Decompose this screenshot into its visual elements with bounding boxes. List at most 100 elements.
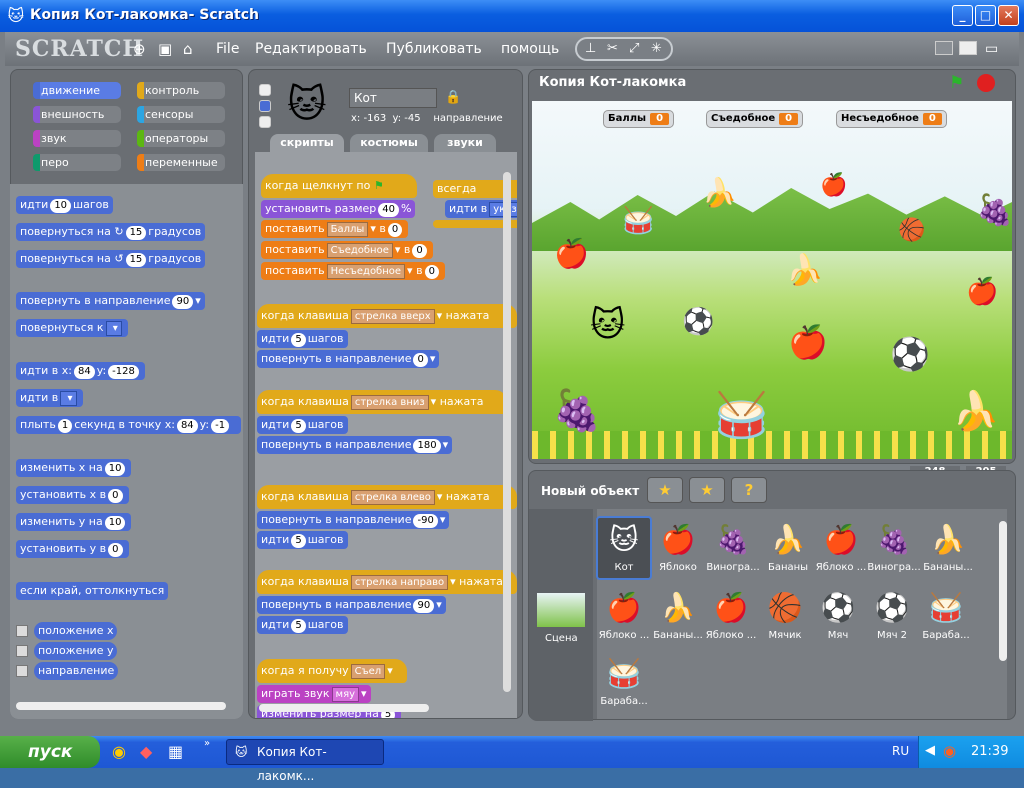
shrink-icon[interactable]: ✳ xyxy=(651,41,662,56)
sprite-item[interactable]: 🍇 Виногра... xyxy=(705,518,761,573)
scripts-hscrollbar[interactable] xyxy=(259,704,429,712)
grapes-sprite[interactable]: 🍇 xyxy=(976,193,1012,228)
choose-sprite-icon[interactable]: ★ xyxy=(689,477,725,503)
sprite-item[interactable]: 🍎 Яблоко ... xyxy=(813,518,869,573)
presentation-icon[interactable]: ▭ xyxy=(985,41,1003,57)
block-glide[interactable]: плыть 1 секунд в точку x: 84 y: -1 xyxy=(16,416,241,434)
sprite-item[interactable]: 🍌 Бананы... xyxy=(650,586,706,641)
palette-scrollbar[interactable] xyxy=(16,702,226,710)
block-move-right[interactable]: идти 5 шагов xyxy=(257,616,348,634)
category-operators[interactable]: операторы xyxy=(137,130,225,147)
block-turn-ccw[interactable]: повернуться на ↺ 15 градусов xyxy=(16,250,206,268)
save-icon[interactable]: ▣ xyxy=(158,40,172,58)
block-set-size[interactable]: установить размер 40% xyxy=(261,200,416,218)
close-button[interactable]: ✕ xyxy=(998,5,1019,26)
block-dir-right[interactable]: повернуть в направление 90 ▾ xyxy=(257,596,446,614)
sprite-item[interactable]: 🥁 Бараба... xyxy=(918,586,974,641)
block-point-direction[interactable]: повернуть в направление 90 ▾ xyxy=(16,292,205,310)
sprite-scrollbar[interactable] xyxy=(999,521,1007,661)
apple-sprite-2[interactable]: 🍎 xyxy=(554,237,589,270)
block-dir-down[interactable]: повернуть в направление 180 ▾ xyxy=(257,436,453,454)
grow-icon[interactable]: ⤢ xyxy=(629,41,639,56)
language-indicator[interactable]: RU xyxy=(892,744,909,758)
small-stage-icon[interactable] xyxy=(935,41,953,55)
rotation-free-icon[interactable] xyxy=(259,84,271,96)
apple-sprite-4[interactable]: 🍎 xyxy=(788,323,828,361)
hat-key-right[interactable]: когда клавиша стрелка направо ▾ нажата xyxy=(257,570,517,594)
block-set-var-2[interactable]: поставить Съедобное ▾ в0 xyxy=(261,241,433,259)
block-play-sound[interactable]: играть звук мяу ▾ xyxy=(257,685,371,703)
globe-icon[interactable]: ⊕ xyxy=(133,40,146,58)
checkbox-y[interactable] xyxy=(16,645,28,657)
share-icon[interactable]: ⌂ xyxy=(183,40,193,58)
grapes-sprite-2[interactable]: 🍇 xyxy=(552,387,602,434)
quicklaunch-more-icon[interactable]: » xyxy=(204,738,210,749)
green-flag-icon[interactable]: ⚑ xyxy=(949,73,964,93)
start-button[interactable]: пуск xyxy=(0,736,100,768)
tab-costumes[interactable]: костюмы xyxy=(350,134,428,152)
category-control[interactable]: контроль xyxy=(137,82,225,99)
basketball-sprite[interactable]: 🏀 xyxy=(898,218,925,243)
quicklaunch-icon-3[interactable]: ▦ xyxy=(168,742,183,761)
sprite-item[interactable]: 🍌 Бананы... xyxy=(920,518,976,573)
category-motion[interactable]: движение xyxy=(33,82,121,99)
drum-sprite-2[interactable]: 🥁 xyxy=(714,389,769,441)
rotation-none-icon[interactable] xyxy=(259,116,271,128)
scripts-vscrollbar[interactable] xyxy=(503,172,511,692)
scissors-icon[interactable]: ✂ xyxy=(607,41,618,56)
menu-file[interactable]: File xyxy=(216,41,239,57)
reporter-direction[interactable]: направление xyxy=(34,662,119,680)
hat-key-left[interactable]: когда клавиша стрелка влево ▾ нажата xyxy=(257,485,517,509)
sprite-item[interactable]: ⚽ Мяч 2 xyxy=(864,586,920,641)
quicklaunch-icon-2[interactable]: ◆ xyxy=(140,742,152,761)
block-dir-left[interactable]: повернуть в направление -90 ▾ xyxy=(257,511,450,529)
tab-sounds[interactable]: звуки xyxy=(434,134,496,152)
apple-sprite[interactable]: 🍎 xyxy=(820,173,847,198)
taskbar-window-button[interactable]: 🐱 Копия Кот-лакомк... xyxy=(226,739,384,783)
banana-sprite-2[interactable]: 🍌 xyxy=(786,253,823,288)
block-move[interactable]: идти 10 шагов xyxy=(16,196,113,214)
block-move-down[interactable]: идти 5 шагов xyxy=(257,416,348,434)
tab-scripts[interactable]: скрипты xyxy=(270,134,344,152)
hat-key-down[interactable]: когда клавиша стрелка вниз ▾ нажата xyxy=(257,390,507,414)
sprite-item[interactable]: ⚽ Мяч xyxy=(810,586,866,641)
sprite-item[interactable]: 🍎 Яблоко xyxy=(650,518,706,573)
minimize-button[interactable]: _ xyxy=(952,5,973,26)
sprite-item[interactable]: 🥁 Бараба... xyxy=(596,652,652,707)
block-set-var-3[interactable]: поставить Несъедобное ▾ в0 xyxy=(261,262,445,280)
banana-sprite[interactable]: 🍌 xyxy=(702,176,737,209)
tray-app-icon[interactable]: ◉ xyxy=(943,742,956,760)
menu-help[interactable]: помощь xyxy=(501,41,559,57)
ball-sprite-2[interactable]: ⚽ xyxy=(890,335,930,373)
apple-sprite-3[interactable]: 🍎 xyxy=(966,277,998,307)
quicklaunch-icon-1[interactable]: ◉ xyxy=(112,742,126,761)
stamp-icon[interactable]: ⊥ xyxy=(585,41,596,56)
category-looks[interactable]: внешность xyxy=(33,106,121,123)
stage-canvas[interactable]: 🍌 🍎 🥁 🏀 🍇 🍎 🍌 🍎 🐱 ⚽ 🍎 ⚽ 🍇 🥁 🍌 xyxy=(532,101,1012,459)
drum-sprite[interactable]: 🥁 xyxy=(622,206,654,236)
maximize-button[interactable]: □ xyxy=(975,5,996,26)
block-change-x[interactable]: изменить х на 10 xyxy=(16,459,132,477)
reporter-x-position[interactable]: положение x xyxy=(34,622,118,640)
category-sound[interactable]: звук xyxy=(33,130,121,147)
menu-edit[interactable]: Редактировать xyxy=(255,41,367,57)
block-set-var-1[interactable]: поставить Баллы ▾ в0 xyxy=(261,220,409,238)
stop-icon[interactable] xyxy=(977,74,995,92)
rotation-lr-icon[interactable] xyxy=(259,100,271,112)
category-variables[interactable]: переменные xyxy=(137,154,225,171)
tray-arrow-icon[interactable]: ◀ xyxy=(925,743,935,758)
banana-sprite-3[interactable]: 🍌 xyxy=(952,389,999,434)
sprite-item[interactable]: 🍎 Яблоко ... xyxy=(703,586,759,641)
block-point-towards[interactable]: повернуться к ▾ xyxy=(16,319,128,337)
block-change-y[interactable]: изменить у на 10 xyxy=(16,513,132,531)
sprite-item[interactable]: 🏀 Мячик xyxy=(757,586,813,641)
hat-receive[interactable]: когда я получу Съел ▾ xyxy=(257,659,407,683)
sprite-item[interactable]: 🍌 Бананы xyxy=(760,518,816,573)
cat-sprite[interactable]: 🐱 xyxy=(590,305,625,345)
block-goto-xy[interactable]: идти в x: 84 y: -128 xyxy=(16,362,145,380)
block-move-up[interactable]: идти 5 шагов xyxy=(257,330,348,348)
sprite-name-input[interactable]: Кот xyxy=(349,88,437,108)
category-pen[interactable]: перо xyxy=(33,154,121,171)
menu-share[interactable]: Публиковать xyxy=(386,41,482,57)
block-set-x[interactable]: установить х в0 xyxy=(16,486,129,504)
